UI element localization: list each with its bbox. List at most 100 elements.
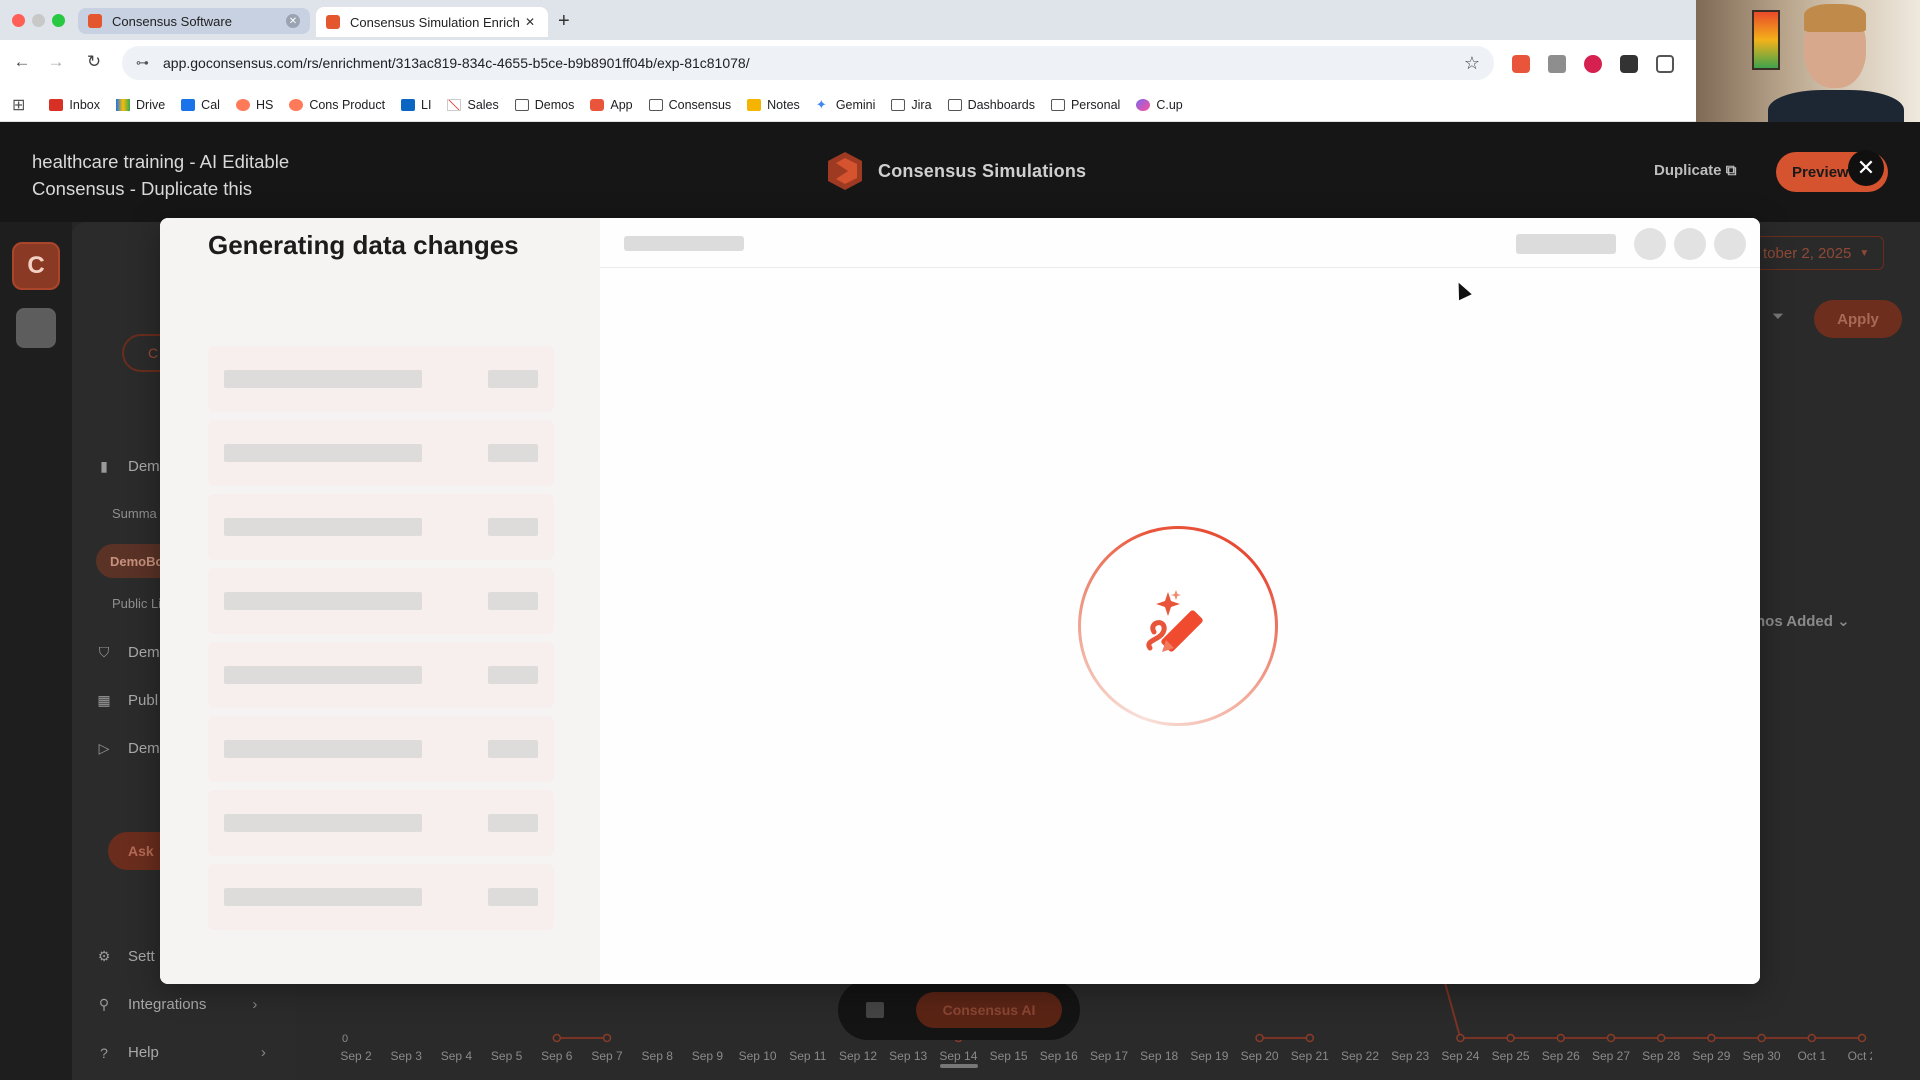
x-tick-label: Sep 8 (642, 1049, 674, 1063)
bookmark-item[interactable]: Dashboards (947, 98, 1035, 112)
extensions-puzzle-icon[interactable] (1656, 55, 1674, 73)
data-point[interactable] (1456, 1033, 1465, 1043)
bookmark-item[interactable]: Cal (181, 98, 220, 112)
address-bar[interactable]: ⊶ app.goconsensus.com/rs/enrichment/313a… (122, 46, 1494, 80)
chevron-right-icon: › (260, 1044, 266, 1061)
webcam-overlay (1696, 0, 1920, 126)
x-tick-label: Sep 4 (441, 1049, 473, 1063)
data-point[interactable] (1255, 1033, 1264, 1043)
camera-extension-icon[interactable] (1548, 55, 1566, 73)
browser-tab-active[interactable]: Consensus Simulation Enrich ✕ (316, 7, 548, 37)
password-extension-icon[interactable] (1620, 55, 1638, 73)
consensus-extension-icon[interactable] (1512, 55, 1530, 73)
bookmark-star-icon[interactable]: ☆ (1464, 53, 1480, 74)
bookmark-item[interactable]: App (590, 98, 633, 112)
bookmark-item[interactable]: ✦ Gemini (816, 98, 876, 112)
data-point[interactable] (1506, 1033, 1515, 1043)
bookmark-item[interactable]: Jira (891, 98, 932, 112)
sidebar-item-demos[interactable]: ⛉ Dem (96, 644, 160, 661)
back-arrow-icon[interactable]: ← (10, 52, 34, 72)
sidebar-item-help[interactable]: ? Help › (96, 1044, 266, 1061)
sidebar-item-demo-player[interactable]: ▷ Dem (96, 740, 160, 757)
bookmark-item[interactable]: HS (235, 98, 273, 112)
brand: Consensus Simulations (828, 152, 1086, 190)
url-text: app.goconsensus.com/rs/enrichment/313ac8… (163, 55, 750, 71)
bookmark-item[interactable]: Demos (514, 98, 574, 112)
image-icon[interactable] (866, 1002, 884, 1018)
demo-title-line2: Consensus - Duplicate this (32, 178, 253, 199)
data-point[interactable] (1556, 1033, 1566, 1043)
gmail-icon (49, 98, 64, 111)
sidebar-sub-public[interactable]: Public Li (112, 596, 161, 611)
date-range-select[interactable]: tober 2, 2025 ▼ (1752, 236, 1884, 270)
apply-button[interactable]: Apply (1814, 300, 1902, 338)
data-point[interactable] (1656, 1033, 1666, 1043)
data-point[interactable] (1305, 1033, 1315, 1043)
consensus-ai-button[interactable]: Consensus AI (916, 992, 1062, 1028)
x-tick-label: Sep 19 (1190, 1049, 1228, 1063)
sidebar-item-demo-analytics[interactable]: ▮ Dem (96, 458, 160, 475)
skeleton-button (1516, 234, 1616, 254)
browser-toolbar: ← → ↻ ⊶ app.goconsensus.com/rs/enrichmen… (0, 40, 1696, 88)
bookmark-item[interactable]: Drive (116, 98, 165, 112)
window-close-button[interactable] (12, 14, 25, 27)
new-tab-button[interactable]: + (558, 10, 570, 33)
data-point[interactable] (1606, 1033, 1616, 1043)
bookmark-item[interactable]: LI (401, 98, 431, 112)
brand-name: Consensus Simulations (878, 160, 1087, 181)
filter-icon[interactable]: ⏷ (1772, 308, 1784, 325)
data-point[interactable] (1707, 1033, 1716, 1043)
data-point[interactable] (602, 1033, 612, 1043)
window-zoom-button[interactable] (52, 14, 65, 27)
x-tick-label: Sep 6 (541, 1049, 573, 1063)
bookmark-item[interactable]: Cons Product (289, 98, 385, 112)
bookmark-item[interactable]: Inbox (49, 98, 100, 112)
sidebar-item-label: Dem (128, 644, 160, 661)
sidebar-sub-summary[interactable]: Summa (112, 506, 157, 521)
tab-title: Consensus Simulation Enrich (350, 14, 520, 30)
data-point[interactable] (552, 1033, 562, 1043)
bookmark-item[interactable]: Consensus (648, 97, 732, 112)
bookmark-item[interactable]: Sales (447, 98, 499, 112)
calendar-icon: ▦ (97, 692, 111, 708)
x-tick-label: Sep 7 (591, 1049, 623, 1063)
data-point[interactable] (1807, 1033, 1817, 1043)
site-info-icon[interactable]: ⊶ (136, 55, 149, 71)
bookmark-item[interactable]: Notes (747, 98, 800, 112)
ai-toolbar: Consensus AI (838, 980, 1080, 1040)
bookmark-label: Consensus (668, 97, 732, 112)
tab-title: Consensus Software (112, 13, 232, 29)
duplicate-button[interactable]: Duplicate ⧉ (1654, 162, 1736, 179)
bookmark-item[interactable]: C.up (1136, 98, 1183, 112)
skeleton-circle (1634, 228, 1666, 260)
sidebar-item-label: Integrations (128, 996, 207, 1013)
sidebar-item-integrations[interactable]: ⚲ Integrations › (96, 996, 258, 1013)
tab-close-icon[interactable]: ✕ (286, 14, 300, 28)
skeleton-bar (488, 814, 538, 832)
data-point[interactable] (1757, 1033, 1766, 1043)
bookmark-item[interactable]: Personal (1050, 98, 1120, 112)
skeleton-bar (488, 666, 538, 684)
chevron-down-icon: ⌄ (1837, 613, 1850, 630)
presenter-shirt (1768, 90, 1904, 126)
x-tick-label: Sep 26 (1542, 1049, 1580, 1063)
sidebar-item-public[interactable]: ▦ Publ (96, 692, 158, 709)
reload-icon[interactable]: ↻ (82, 52, 106, 72)
close-button[interactable]: ✕ (1848, 150, 1884, 186)
window-minimize-button[interactable] (32, 14, 45, 27)
brain-icon[interactable] (16, 308, 56, 348)
data-point[interactable] (1857, 1033, 1867, 1043)
metric-select[interactable]: nos Added ⌄ (1756, 612, 1850, 630)
wall-art (1752, 10, 1780, 70)
horizontal-scrollbar[interactable] (940, 1064, 978, 1068)
consensus-rail-logo-icon[interactable]: C (12, 242, 60, 290)
browser-tab-bar: Consensus Software ✕ Consensus Simulatio… (0, 0, 1920, 40)
skeleton-bar (224, 444, 422, 462)
clickup-extension-icon[interactable] (1584, 55, 1602, 73)
apps-grid-icon[interactable]: ⊞ (12, 95, 25, 115)
browser-tab[interactable]: Consensus Software ✕ (78, 8, 310, 34)
sidebar-item-settings[interactable]: ⚙ Sett (96, 948, 155, 965)
forward-arrow-icon[interactable]: → (44, 52, 68, 72)
tab-close-icon[interactable]: ✕ (522, 14, 538, 30)
skeleton-title (624, 236, 744, 251)
